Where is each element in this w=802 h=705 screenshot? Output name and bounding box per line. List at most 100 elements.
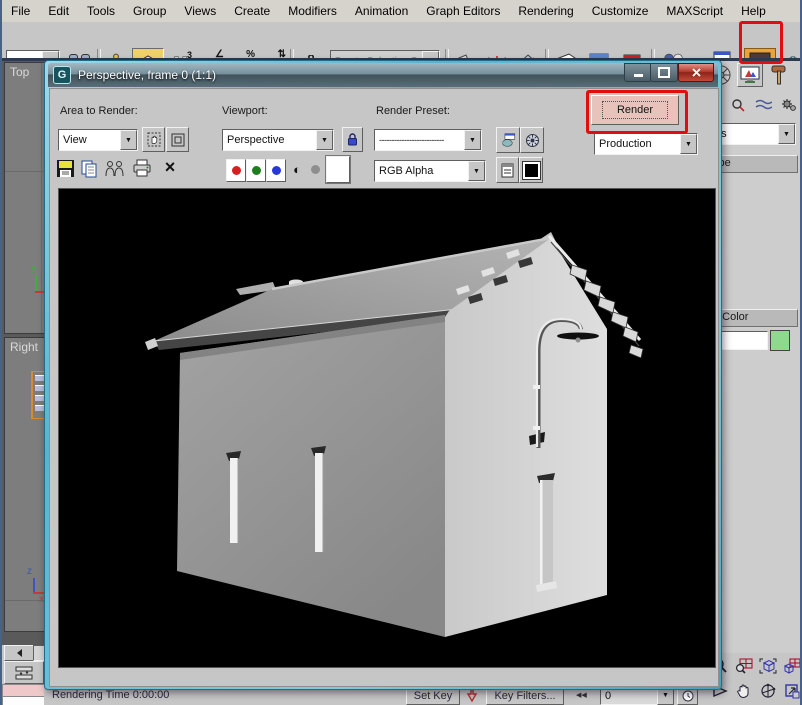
tab-utilities-hammer-icon[interactable] [768, 64, 790, 86]
time-configuration-icon [682, 690, 694, 702]
category-helpers-icon[interactable] [731, 98, 746, 113]
arc-rotate-button[interactable] [756, 680, 779, 702]
rfw-title-bar[interactable]: G Perspective, frame 0 (1:1) [48, 63, 718, 87]
category-systems-icon[interactable] [781, 97, 797, 113]
menu-file[interactable]: File [2, 1, 39, 22]
zoom-all-button[interactable] [732, 655, 755, 677]
viewport-top-label[interactable]: Top [10, 65, 29, 79]
copy-icon [80, 159, 99, 178]
pan-hand-icon [736, 683, 752, 699]
green-channel-button[interactable] [246, 159, 266, 182]
save-icon [56, 159, 75, 178]
render-button[interactable]: Render [591, 95, 679, 125]
maxscript-mini-listener-white[interactable] [2, 696, 46, 705]
zoom-extents-icon [759, 658, 777, 674]
mini-curve-editor-icon [14, 666, 34, 680]
trackbar-scroll-left-button[interactable] [4, 645, 34, 661]
chevron-down-icon[interactable]: ▼ [120, 130, 137, 150]
menu-tools[interactable]: Tools [78, 1, 124, 22]
clear-x-icon: × [165, 157, 176, 178]
zoom-extents-all-icon [783, 658, 801, 674]
primitive-category-dropdown[interactable]: es ▼ [710, 123, 796, 145]
maximize-button[interactable] [650, 63, 678, 82]
mini-curve-editor-button[interactable] [4, 661, 44, 684]
minimize-icon [634, 74, 643, 77]
copy-image-button[interactable] [80, 159, 100, 180]
layer-channel-button[interactable] [496, 157, 519, 183]
channel-display-value: RGB Alpha [375, 165, 468, 177]
scroll-left-arrow-icon [17, 649, 22, 657]
viewport-right-label[interactable]: Right [10, 340, 38, 354]
chevron-down-icon[interactable]: ▼ [778, 124, 795, 144]
zoom-extents-all-button[interactable] [780, 655, 802, 677]
render-button-label: Render [602, 101, 668, 119]
area-to-render-dropdown[interactable]: View ▼ [58, 129, 138, 151]
rfw-body: Area to Render: Viewport: Render Preset:… [49, 88, 719, 687]
close-button[interactable] [678, 63, 714, 82]
object-color-swatch[interactable] [770, 330, 790, 351]
save-image-button[interactable] [56, 159, 76, 180]
blue-channel-button[interactable] [266, 159, 286, 182]
menu-customize[interactable]: Customize [583, 1, 658, 22]
blue-channel-icon [272, 166, 281, 175]
menu-views[interactable]: Views [175, 1, 225, 22]
monochrome-button[interactable]: ◐ [288, 159, 306, 180]
rendering-time-text: Rendering Time 0:00:00 [52, 689, 169, 701]
rendered-frame-window: G Perspective, frame 0 (1:1) Area to Ren… [44, 60, 722, 690]
menu-rendering[interactable]: Rendering [509, 1, 582, 22]
toggle-ui-icon [523, 162, 540, 179]
set-key-label: Set Key [414, 690, 453, 702]
render-preset-value: -------------------------- [375, 135, 464, 145]
area-to-render-label: Area to Render: [60, 105, 138, 117]
red-channel-icon [232, 166, 241, 175]
environment-button[interactable] [520, 127, 544, 153]
pan-button[interactable] [732, 680, 755, 702]
maximize-viewport-icon [784, 683, 800, 699]
alpha-channel-icon [311, 165, 320, 174]
render-setup-small-button[interactable] [496, 127, 520, 153]
chevron-down-icon[interactable]: ▼ [468, 161, 485, 181]
render-preset-dropdown[interactable]: -------------------------- ▼ [374, 129, 482, 151]
chevron-down-icon[interactable]: ▼ [680, 134, 697, 154]
channel-display-dropdown[interactable]: RGB Alpha ▼ [374, 160, 486, 182]
category-spacewarps-icon[interactable] [755, 99, 772, 112]
toggle-ui-button[interactable] [519, 157, 543, 183]
alpha-channel-button[interactable] [306, 159, 324, 180]
menu-modifiers[interactable]: Modifiers [279, 1, 346, 22]
rfw-title: Perspective, frame 0 (1:1) [78, 68, 216, 82]
lock-viewport-button[interactable] [342, 127, 363, 152]
go-to-start-icon[interactable]: ◀◀ [576, 691, 587, 699]
zoom-extents-button[interactable] [756, 655, 779, 677]
clone-window-button[interactable] [104, 159, 128, 180]
red-channel-button[interactable] [226, 159, 246, 182]
menu-group[interactable]: Group [124, 1, 175, 22]
render-canvas[interactable] [58, 188, 716, 668]
menu-animation[interactable]: Animation [346, 1, 417, 22]
tab-display[interactable] [737, 63, 763, 87]
close-icon [692, 68, 701, 77]
chevron-down-icon[interactable]: ▼ [316, 130, 333, 150]
edit-region-hand-icon [147, 132, 161, 147]
production-value: Production [595, 138, 680, 150]
minimize-button[interactable] [624, 63, 652, 82]
edit-region-button[interactable] [142, 127, 165, 152]
production-dropdown[interactable]: Production ▼ [594, 133, 698, 155]
menu-graph-editors[interactable]: Graph Editors [417, 1, 509, 22]
background-color-swatch[interactable] [326, 156, 350, 183]
clear-image-button[interactable]: × [160, 157, 180, 178]
menu-help[interactable]: Help [732, 1, 775, 22]
viewport-label: Viewport: [222, 105, 268, 117]
maximize-viewport-button[interactable] [780, 680, 802, 702]
viewport-value: Perspective [223, 134, 316, 146]
viewport-dropdown[interactable]: Perspective ▼ [222, 129, 334, 151]
chevron-down-icon[interactable]: ▼ [464, 130, 481, 150]
auto-region-button[interactable] [166, 127, 189, 152]
menu-maxscript[interactable]: MAXScript [657, 1, 732, 22]
print-icon [132, 159, 152, 178]
menu-create[interactable]: Create [225, 1, 279, 22]
axis-z-label: z [27, 566, 32, 577]
main-toolbar: v ▼ [2, 22, 802, 59]
monochrome-icon: ◐ [293, 162, 301, 177]
menu-edit[interactable]: Edit [39, 1, 78, 22]
print-image-button[interactable] [132, 159, 154, 180]
